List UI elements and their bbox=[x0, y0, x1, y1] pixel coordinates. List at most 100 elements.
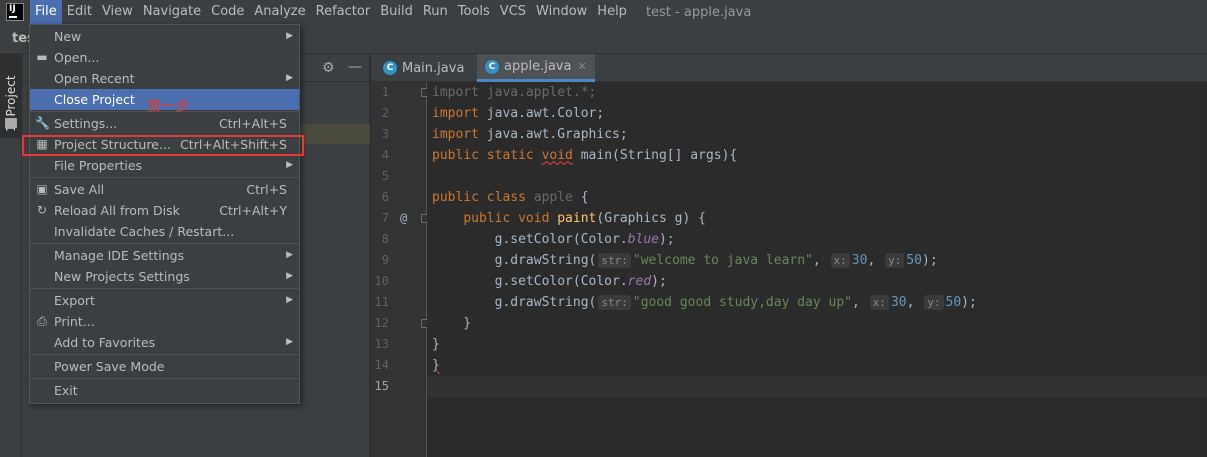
menu-item-new-projects-settings[interactable]: New Projects Settings ▶ bbox=[30, 266, 299, 287]
menu-bar: File Edit View Navigate Code Analyze Ref… bbox=[0, 0, 1207, 24]
close-icon[interactable]: ✕ bbox=[577, 60, 586, 73]
line-number: 11 bbox=[374, 295, 389, 309]
line-number: 4 bbox=[381, 148, 389, 162]
submenu-arrow-icon: ▶ bbox=[286, 337, 293, 347]
code-line-6: public class apple { bbox=[432, 190, 589, 205]
menu-item-shortcut: Ctrl+Alt+S bbox=[218, 116, 287, 131]
minimize-icon[interactable]: — bbox=[348, 59, 362, 75]
code-line-9: g.drawString(str: "welcome to java learn"… bbox=[432, 253, 938, 268]
left-tool-strip: 1: Project bbox=[0, 54, 22, 457]
menu-tools[interactable]: Tools bbox=[453, 0, 495, 24]
menu-refactor[interactable]: Refactor bbox=[311, 0, 376, 24]
code-line-3: import java.awt.Graphics; bbox=[432, 127, 628, 142]
editor-gutter: 1 2 3 4 5 6 7 8 9 10 11 12 13 14 15 @ bbox=[371, 82, 429, 457]
folder-open-icon: ▬ bbox=[36, 50, 48, 64]
code-line-13: } bbox=[432, 337, 440, 352]
menu-item-save-all[interactable]: ▣ Save All Ctrl+S bbox=[30, 179, 299, 200]
menu-item-export[interactable]: Export ▶ bbox=[30, 290, 299, 311]
current-line-highlight bbox=[427, 376, 1207, 397]
submenu-arrow-icon: ▶ bbox=[286, 73, 293, 83]
line-number: 13 bbox=[374, 337, 389, 351]
line-number: 5 bbox=[381, 169, 389, 183]
menu-item-label: Exit bbox=[54, 383, 78, 398]
menu-item-label: Power Save Mode bbox=[54, 359, 165, 374]
menu-vcs[interactable]: VCS bbox=[495, 0, 531, 24]
menu-item-label: Print... bbox=[54, 314, 95, 329]
line-number: 1 bbox=[381, 85, 389, 99]
menu-navigate[interactable]: Navigate bbox=[138, 0, 206, 24]
menu-item-print[interactable]: ⎙ Print... bbox=[30, 311, 299, 332]
menu-analyze[interactable]: Analyze bbox=[249, 0, 310, 24]
menu-separator bbox=[30, 243, 299, 244]
file-menu-dropdown: New ▶ ▬ Open... Open Recent ▶ Close Proj… bbox=[29, 24, 300, 404]
submenu-arrow-icon: ▶ bbox=[286, 31, 293, 41]
menu-separator bbox=[30, 288, 299, 289]
menu-code[interactable]: Code bbox=[206, 0, 249, 24]
menu-item-exit[interactable]: Exit bbox=[30, 380, 299, 401]
menu-item-shortcut: Ctrl+S bbox=[246, 182, 287, 197]
gear-icon[interactable]: ⚙ bbox=[322, 60, 335, 76]
menu-item-shortcut: Ctrl+Alt+Y bbox=[219, 203, 287, 218]
code-line-10: g.setColor(Color.red); bbox=[432, 274, 667, 289]
menu-item-open-recent[interactable]: Open Recent ▶ bbox=[30, 68, 299, 89]
code-line-11: g.drawString(str: "good good study,day da… bbox=[432, 295, 977, 310]
code-line-2: import java.awt.Color; bbox=[432, 106, 605, 121]
print-icon: ⎙ bbox=[37, 314, 47, 328]
line-number: 10 bbox=[374, 274, 389, 288]
line-number: 14 bbox=[374, 358, 389, 372]
menu-edit[interactable]: Edit bbox=[62, 0, 97, 24]
submenu-arrow-icon: ▶ bbox=[286, 271, 293, 281]
tab-label: apple.java bbox=[504, 59, 572, 74]
line-number: 9 bbox=[381, 253, 389, 267]
menu-help[interactable]: Help bbox=[592, 0, 632, 24]
menu-item-manage-ide-settings[interactable]: Manage IDE Settings ▶ bbox=[30, 245, 299, 266]
menu-item-label: Invalidate Caches / Restart... bbox=[54, 224, 235, 239]
folder-icon bbox=[5, 118, 17, 128]
menu-item-add-to-favorites[interactable]: Add to Favorites ▶ bbox=[30, 332, 299, 353]
menu-item-label: Close Project bbox=[54, 92, 135, 107]
menu-view[interactable]: View bbox=[97, 0, 138, 24]
code-editor[interactable]: import java.applet.*; import java.awt.Co… bbox=[427, 82, 1207, 457]
menu-item-invalidate-caches[interactable]: Invalidate Caches / Restart... bbox=[30, 221, 299, 242]
menu-item-label: Save All bbox=[54, 182, 105, 197]
tab-main-java[interactable]: C Main.java bbox=[375, 54, 472, 82]
menu-item-label: Open... bbox=[54, 50, 100, 65]
menu-item-label: Open Recent bbox=[54, 71, 135, 86]
line-number: 7 bbox=[381, 211, 389, 225]
java-class-icon: C bbox=[485, 59, 499, 74]
menu-item-settings[interactable]: 🔧 Settings... Ctrl+Alt+S bbox=[30, 113, 299, 134]
code-line-7: public void paint(Graphics g) { bbox=[463, 211, 706, 226]
menu-item-label: Export bbox=[54, 293, 95, 308]
menu-item-label: New bbox=[54, 29, 82, 44]
menu-item-power-save-mode[interactable]: Power Save Mode bbox=[30, 356, 299, 377]
project-tree-selected-row[interactable] bbox=[298, 124, 370, 144]
menu-window[interactable]: Window bbox=[531, 0, 592, 24]
menu-file[interactable]: File bbox=[30, 0, 62, 24]
line-number: 8 bbox=[381, 232, 389, 246]
intellij-logo-icon bbox=[6, 3, 24, 21]
window-title: test - apple.java bbox=[645, 4, 752, 20]
menu-item-label: Add to Favorites bbox=[54, 335, 156, 350]
menu-build[interactable]: Build bbox=[375, 0, 418, 24]
menu-item-file-properties[interactable]: File Properties ▶ bbox=[30, 155, 299, 176]
menu-item-open[interactable]: ▬ Open... bbox=[30, 47, 299, 68]
menu-item-label: Reload All from Disk bbox=[54, 203, 180, 218]
menu-item-new[interactable]: New ▶ bbox=[30, 26, 299, 47]
tab-label: Main.java bbox=[402, 60, 465, 76]
menu-separator bbox=[30, 378, 299, 379]
project-tool-tab[interactable]: 1: Project bbox=[0, 54, 22, 138]
editor-tab-bar: C Main.java C apple.java ✕ bbox=[371, 54, 1207, 82]
override-marker[interactable]: @ bbox=[400, 208, 407, 229]
menu-item-label: New Projects Settings bbox=[54, 269, 190, 284]
step-annotation-label: 第一步 bbox=[147, 99, 189, 115]
menu-item-label: Settings... bbox=[54, 116, 118, 131]
save-icon: ▣ bbox=[36, 182, 48, 196]
menu-separator bbox=[30, 354, 299, 355]
menu-item-reload-all[interactable]: ↻ Reload All from Disk Ctrl+Alt+Y bbox=[30, 200, 299, 221]
reload-icon: ↻ bbox=[36, 203, 48, 217]
menu-item-label: File Properties bbox=[54, 158, 143, 173]
tab-apple-java[interactable]: C apple.java ✕ bbox=[477, 54, 595, 82]
menu-separator bbox=[30, 177, 299, 178]
menu-run[interactable]: Run bbox=[418, 0, 453, 24]
code-line-12: } bbox=[432, 316, 472, 331]
